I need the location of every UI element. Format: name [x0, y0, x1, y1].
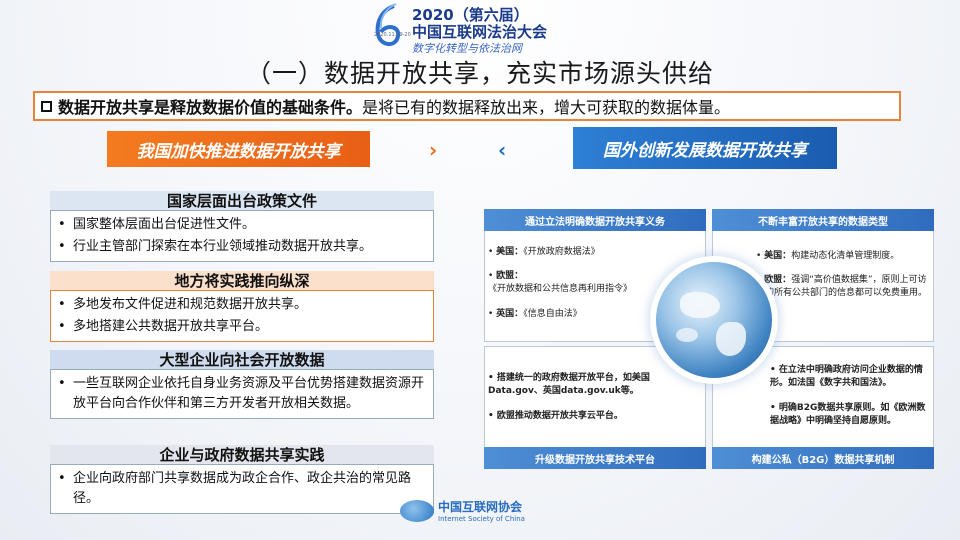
section-enterprise-open-data: 大型企业向社会开放数据 • 一些互联网企业依托自身业务资源及平台优势搭建数据资源开…: [50, 350, 434, 419]
list-item-text: 一些互联网企业依托自身业务资源及平台优势搭建数据资源开放平台向合作伙伴和第三方开…: [73, 376, 425, 411]
section-body: • 国家整体层面出台促进性文件。 • 行业主管部门探索在本行业领域推动数据开放共享。: [50, 210, 434, 262]
isc-name-en: Internet Society of China: [438, 515, 525, 523]
bullet-icon: •: [58, 239, 66, 254]
intro-box: 数据开放共享是释放数据价值的基础条件。 是将已有的数据释放出来，增大可获取的数据…: [33, 91, 901, 121]
list-item: • 企业向政府部门共享数据成为政企合作、政企共治的常见路径。: [55, 469, 429, 509]
panel-item: • 欧盟：《开放数据和公共信息再利用指令》: [488, 271, 633, 294]
section-body: • 多地发布文件促进和规范数据开放共享。 • 多地搭建公共数据开放共享平台。: [50, 290, 434, 342]
conference-date: 2020.11.19-20: [374, 32, 411, 38]
chevron-left-icon: ‹: [498, 138, 507, 162]
chevron-right-icon: ›: [429, 138, 438, 162]
list-item-text: 国家整体层面出台促进性文件。: [73, 217, 256, 232]
panel-item: • 搭建统一的政府数据开放平台，如美国Data.gov、英国data.gov.u…: [488, 373, 650, 396]
bullet-icon: •: [58, 217, 66, 232]
intro-bold-text: 数据开放共享是释放数据价值的基础条件。: [58, 98, 363, 117]
bullet-icon: •: [58, 319, 66, 334]
isc-logo-icon: [400, 500, 434, 522]
list-item: • 行业主管部门探索在本行业领域推动数据开放共享。: [55, 237, 429, 257]
list-item: • 多地搭建公共数据开放共享平台。: [55, 317, 429, 337]
section-local-practice: 地方将实践推向纵深 • 多地发布文件促进和规范数据开放共享。 • 多地搭建公共数据开…: [50, 271, 434, 342]
panel-footer: 构建公私（B2G）数据共享机制: [712, 447, 934, 469]
bullet-icon: •: [58, 297, 66, 312]
section-heading: 国家层面出台政策文件: [50, 191, 434, 210]
section-body: • 一些互联网企业依托自身业务资源及平台优势搭建数据资源开放平台向合作伙伴和第三方…: [50, 369, 434, 419]
logo-six-icon: [375, 3, 401, 46]
conference-logo: 2020.11.19-20 2020（第六届） 中国互联网法治大会 数字化转型与…: [372, 2, 632, 58]
panel-footer: 升级数据开放共享技术平台: [484, 447, 706, 469]
panel-item: • 欧盟推动数据开放共享云平台。: [488, 411, 623, 421]
section-national-policy: 国家层面出台政策文件 • 国家整体层面出台促进性文件。 • 行业主管部门探索在本行业…: [50, 191, 434, 262]
intro-text: 是将已有的数据释放出来，增大可获取的数据体量。: [362, 98, 731, 117]
panel-item: • 在立法中明确政府访问企业数据的情形。如法国《数字共和国法》。: [770, 365, 923, 388]
conference-name: 中国互联网法治大会: [412, 23, 548, 41]
panel-item: • 美国：构建动态化清单管理制度。: [756, 251, 900, 261]
bullet-icon: •: [58, 376, 66, 391]
section-heading: 大型企业向社会开放数据: [50, 350, 434, 369]
list-item-text: 行业主管部门探索在本行业领域推动数据开放共享。: [73, 239, 373, 254]
panel-heading: 不断丰富开放共享的数据类型: [712, 209, 934, 231]
isc-logo: 中国互联网协会 Internet Society of China: [400, 498, 550, 528]
panel-heading: 通过立法明确数据开放共享义务: [484, 209, 706, 231]
slide-title: （一）数据开放共享，充实市场源头供给: [245, 59, 714, 88]
section-heading: 企业与政府数据共享实践: [50, 445, 434, 464]
checkbox-square-icon: [41, 100, 52, 112]
panel-item: • 美国：《开放政府数据法》: [488, 247, 600, 257]
list-item: • 国家整体层面出台促进性文件。: [55, 215, 429, 235]
list-item-text: 多地搭建公共数据开放共享平台。: [73, 319, 269, 334]
panel-item: • 欧盟：强调“高价值数据集”，原则上可访问的所有公共部门的信息都可以免费重用。: [756, 275, 928, 298]
panel-item: • 英国：《信息自由法》: [488, 309, 582, 319]
list-item-text: 多地发布文件促进和规范数据开放共享。: [73, 297, 308, 312]
list-item: • 一些互联网企业依托自身业务资源及平台优势搭建数据资源开放平台向合作伙伴和第三方…: [55, 374, 429, 414]
section-body: • 企业向政府部门共享数据成为政企合作、政企共治的常见路径。: [50, 464, 434, 514]
globe-icon: [656, 262, 772, 378]
section-heading: 地方将实践推向纵深: [50, 271, 434, 290]
bullet-icon: •: [58, 471, 66, 486]
list-item-text: 企业向政府部门共享数据成为政企合作、政企共治的常见路径。: [73, 471, 412, 506]
china-section-tag: 我国加快推进数据开放共享: [107, 131, 370, 167]
isc-name-cn: 中国互联网协会: [438, 500, 523, 514]
foreign-section-tag: 国外创新发展数据开放共享: [573, 127, 837, 169]
list-item: • 多地发布文件促进和规范数据开放共享。: [55, 295, 429, 315]
panel-item: • 明确B2G数据共享原则。如《欧洲数据战略》中明确坚持自愿原则。: [770, 403, 926, 426]
section-enterprise-government: 企业与政府数据共享实践 • 企业向政府部门共享数据成为政企合作、政企共治的常见路径…: [50, 445, 434, 514]
